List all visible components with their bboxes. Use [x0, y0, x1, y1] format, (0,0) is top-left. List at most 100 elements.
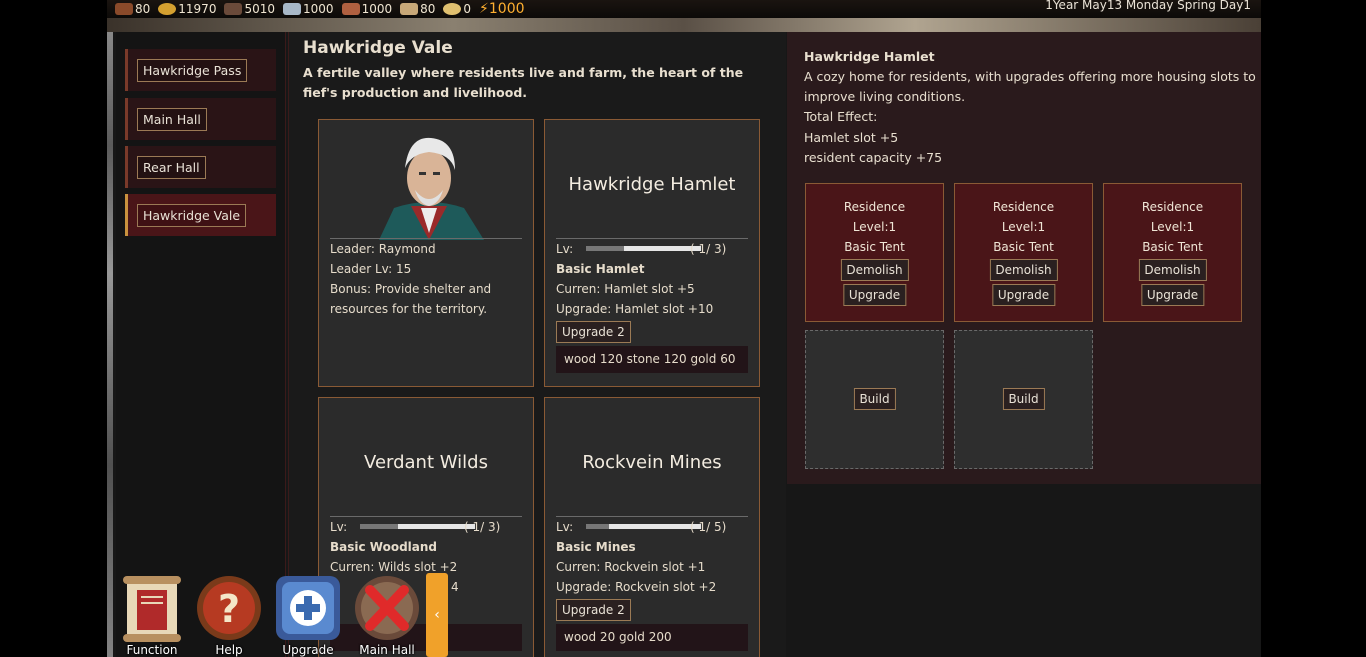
game-date: 1Year May13 Monday Spring Day1: [1045, 0, 1251, 12]
current-effect: Curren: Rockvein slot +1: [556, 560, 706, 574]
help-icon: ?: [197, 576, 261, 640]
building-tier: Basic Hamlet: [556, 262, 645, 276]
level-label: Lv:: [556, 242, 574, 256]
upgrade-cost: wood 20 gold 200: [556, 624, 748, 651]
scroll-icon: [123, 576, 181, 642]
detail-description-cont: improve living conditions.: [804, 89, 966, 104]
sidebar-item-rear-hall[interactable]: Rear Hall: [125, 146, 276, 188]
page-title: Hawkridge Vale: [303, 38, 453, 58]
level-row: Lv: ( 1/ 3): [556, 242, 726, 256]
svg-text:?: ?: [218, 587, 240, 631]
sidebar-item-label[interactable]: Main Hall: [137, 107, 207, 131]
total-effect-capacity: resident capacity +75: [804, 150, 943, 165]
upgrade-effect: Upgrade: Hamlet slot +10: [556, 302, 714, 316]
main-hall-button[interactable]: Main Hall: [352, 570, 422, 657]
level-row: Lv: ( 1/ 5): [556, 520, 726, 534]
help-label: Help: [215, 643, 243, 657]
current-effect: Curren: Hamlet slot +5: [556, 282, 695, 296]
demolish-button[interactable]: Demolish: [840, 259, 909, 281]
resource-value: 5010: [244, 2, 276, 16]
residence-slot[interactable]: Residence Level:1 Basic Tent Demolish Up…: [805, 183, 944, 322]
resource-value: 80: [135, 2, 151, 16]
resource-value: 80: [420, 2, 436, 16]
grain-icon: [400, 3, 419, 15]
slot-upgrade-button[interactable]: Upgrade: [1140, 284, 1205, 306]
sidebar-item-hawkridge-vale[interactable]: Hawkridge Vale: [125, 194, 276, 236]
sidebar-item-label[interactable]: Rear Hall: [137, 155, 206, 179]
slot-building: Basic Tent: [1142, 240, 1203, 254]
resource-brick: 1000: [341, 2, 392, 16]
upgrade-menu-button[interactable]: Upgrade: [273, 570, 343, 657]
residence-slot[interactable]: Residence Level:1 Basic Tent Demolish Up…: [954, 183, 1093, 322]
build-button[interactable]: Build: [853, 388, 896, 410]
resource-value: 1000: [488, 1, 525, 17]
total-effect-label: Total Effect:: [804, 109, 878, 124]
level-label: Lv:: [330, 520, 348, 534]
resource-wood: 80: [115, 2, 150, 16]
sidebar-item-hawkridge-pass[interactable]: Hawkridge Pass: [125, 49, 276, 91]
leader-bonus: Bonus: Provide shelter and: [330, 282, 492, 296]
slot-level: Level:1: [1150, 220, 1195, 234]
resource-value: 11970: [178, 2, 217, 16]
level-progress-bar: [586, 524, 701, 529]
residence-slot[interactable]: Residence Level:1 Basic Tent Demolish Up…: [1103, 183, 1242, 322]
upgrade-button[interactable]: Upgrade 2: [556, 599, 631, 621]
level-label: Lv:: [556, 520, 574, 534]
slot-type: Residence: [1141, 200, 1204, 214]
leader-card: Leader: Raymond Leader Lv: 15 Bonus: Pro…: [318, 119, 534, 387]
slot-type: Residence: [843, 200, 906, 214]
plus-icon: [276, 576, 340, 640]
slot-type: Residence: [992, 200, 1055, 214]
level-progress-fill: [586, 524, 609, 529]
total-effect-slots: Hamlet slot +5: [804, 130, 899, 145]
building-card-hamlet[interactable]: Hawkridge Hamlet Lv: ( 1/ 3) Basic Hamle…: [544, 119, 760, 387]
level-progress-fill: [586, 246, 624, 251]
demolish-button[interactable]: Demolish: [1138, 259, 1207, 281]
building-name: Rockvein Mines: [582, 452, 722, 473]
building-card-mines[interactable]: Rockvein Mines Lv: ( 1/ 5) Basic Mines C…: [544, 397, 760, 657]
empty-slot[interactable]: Build: [805, 330, 944, 469]
function-button[interactable]: Function: [117, 570, 187, 657]
leader-level: Leader Lv: 15: [330, 262, 412, 276]
leader-bonus-cont: resources for the territory.: [330, 302, 488, 316]
building-name: Hawkridge Hamlet: [568, 174, 736, 195]
sidebar-item-main-hall[interactable]: Main Hall: [125, 98, 276, 140]
collapse-toolbar-button[interactable]: ‹: [426, 573, 448, 657]
level-progress-bar: [586, 246, 701, 251]
stone-icon: [224, 3, 243, 15]
detail-title: Hawkridge Hamlet: [804, 49, 935, 64]
resource-grain: 80: [400, 2, 435, 16]
upgrade-effect: Upgrade: Rockvein slot +2: [556, 580, 717, 594]
brick-icon: [341, 3, 360, 15]
close-shield-icon: [355, 576, 419, 640]
level-text: ( 1/ 3): [464, 520, 501, 534]
upgrade-button[interactable]: Upgrade 2: [556, 321, 631, 343]
demolish-button[interactable]: Demolish: [989, 259, 1058, 281]
sidebar-item-label[interactable]: Hawkridge Pass: [137, 58, 248, 82]
resource-value: 1000: [303, 2, 334, 16]
slot-level: Level:1: [1001, 220, 1046, 234]
empty-slot[interactable]: Build: [954, 330, 1093, 469]
resource-stone: 5010: [224, 2, 275, 16]
wood-icon: [115, 3, 133, 15]
page-description: A fertile valley where residents live an…: [303, 65, 744, 100]
sidebar: Hawkridge Pass Main Hall Rear Hall Hawkr…: [116, 32, 286, 657]
slot-building: Basic Tent: [844, 240, 905, 254]
help-button[interactable]: ? Help: [194, 570, 264, 657]
detail-description: A cozy home for residents, with upgrades…: [804, 69, 1256, 84]
build-button[interactable]: Build: [1002, 388, 1045, 410]
sidebar-item-label[interactable]: Hawkridge Vale: [137, 203, 247, 227]
decorative-band: [107, 18, 1261, 32]
resource-energy: ⚡ 1000: [479, 1, 524, 17]
resource-iron: 1000: [283, 2, 334, 16]
level-progress-bar: [360, 524, 475, 529]
resource-coin: 0: [443, 2, 471, 16]
level-progress-fill: [360, 524, 398, 529]
slot-upgrade-button[interactable]: Upgrade: [842, 284, 907, 306]
leader-name: Leader: Raymond: [330, 242, 436, 256]
slot-upgrade-button[interactable]: Upgrade: [991, 284, 1056, 306]
gold-icon: [158, 3, 177, 15]
resource-gold: 11970: [158, 2, 216, 16]
upgrade-effect: 4: [451, 580, 459, 594]
level-text: ( 1/ 3): [690, 242, 727, 256]
